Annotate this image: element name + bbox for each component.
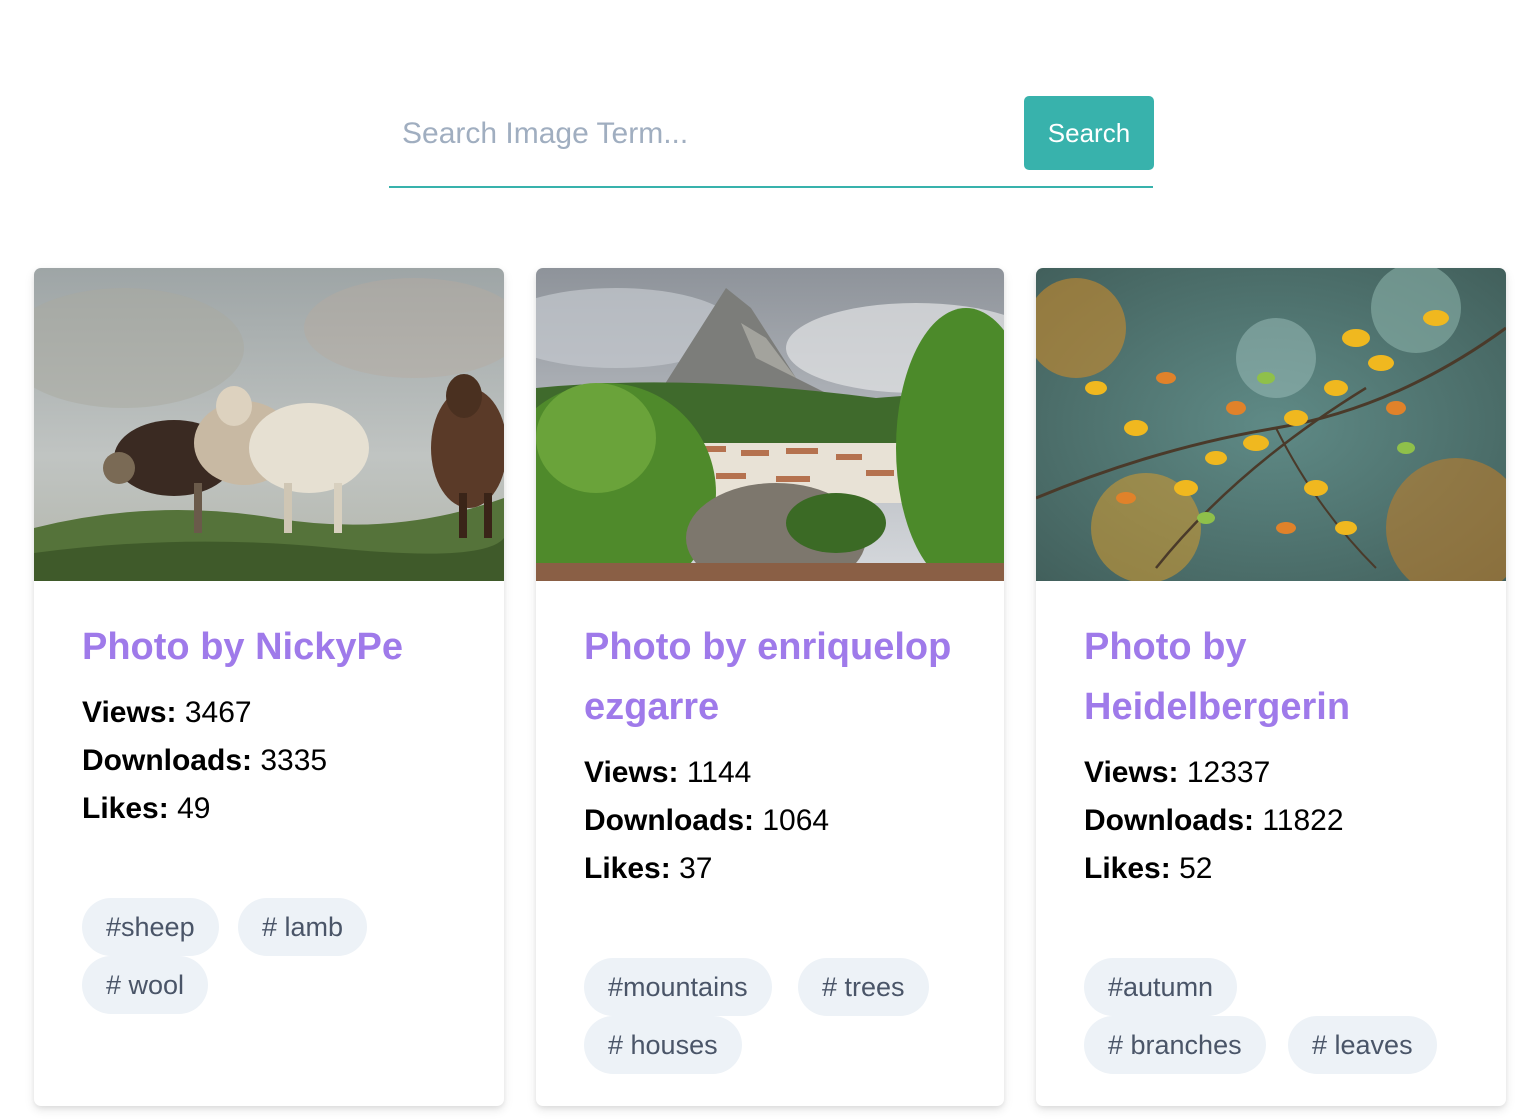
downloads-value: 1064	[762, 804, 830, 837]
card-title[interactable]: Photo by NickyPe	[82, 617, 456, 677]
tag-branches[interactable]: # branches	[1084, 1016, 1266, 1074]
card-body: Photo by enriquelopezgarre Views: 1144 D…	[536, 581, 1004, 893]
sheep-photo	[34, 268, 504, 581]
search-input[interactable]	[389, 96, 1009, 172]
downloads-stat: Downloads: 3335	[82, 737, 456, 785]
image-card: Photo by Heidelbergerin Views: 12337 Dow…	[1036, 268, 1506, 1106]
downloads-value: 11822	[1262, 804, 1344, 837]
tag-wool[interactable]: # wool	[82, 956, 209, 1014]
likes-stat: Likes: 37	[584, 845, 956, 893]
card-title[interactable]: Photo by Heidelbergerin	[1084, 617, 1384, 737]
autumn-leaves-photo	[1036, 268, 1506, 581]
downloads-stat: Downloads: 11822	[1084, 797, 1458, 845]
card-image[interactable]	[536, 268, 1004, 581]
downloads-label: Downloads:	[584, 804, 754, 837]
tag-houses[interactable]: # houses	[584, 1016, 742, 1074]
downloads-label: Downloads:	[1084, 804, 1254, 837]
views-stat: Views: 1144	[584, 749, 956, 797]
likes-label: Likes:	[1084, 852, 1171, 885]
downloads-stat: Downloads: 1064	[584, 797, 956, 845]
tag-trees[interactable]: # trees	[798, 958, 929, 1016]
tag-leaves[interactable]: # leaves	[1288, 1016, 1437, 1074]
card-body: Photo by Heidelbergerin Views: 12337 Dow…	[1036, 581, 1506, 893]
tag-lamb[interactable]: # lamb	[238, 898, 368, 956]
views-stat: Views: 3467	[82, 689, 456, 737]
card-title[interactable]: Photo by enriquelopezgarre	[584, 617, 956, 737]
views-value: 12337	[1186, 756, 1271, 789]
likes-label: Likes:	[82, 792, 169, 825]
search-button[interactable]: Search	[1024, 96, 1154, 170]
downloads-value: 3335	[260, 744, 328, 777]
image-card: Photo by NickyPe Views: 3467 Downloads: …	[34, 268, 504, 1106]
stats-list: Views: 12337 Downloads: 11822 Likes: 52	[1084, 749, 1458, 893]
likes-label: Likes:	[584, 852, 671, 885]
downloads-label: Downloads:	[82, 744, 252, 777]
tag-mountains[interactable]: #mountains	[584, 958, 772, 1016]
views-label: Views:	[584, 756, 679, 789]
search-form: Search	[389, 96, 1154, 188]
views-value: 1144	[686, 756, 752, 789]
card-body: Photo by NickyPe Views: 3467 Downloads: …	[34, 581, 504, 833]
likes-stat: Likes: 49	[82, 785, 456, 833]
likes-value: 52	[1179, 852, 1213, 885]
likes-stat: Likes: 52	[1084, 845, 1458, 893]
views-value: 3467	[184, 696, 252, 729]
views-label: Views:	[1084, 756, 1179, 789]
views-label: Views:	[82, 696, 177, 729]
likes-value: 37	[679, 852, 713, 885]
tag-autumn[interactable]: #autumn	[1084, 958, 1238, 1016]
views-stat: Views: 12337	[1084, 749, 1458, 797]
stats-list: Views: 1144 Downloads: 1064 Likes: 37	[584, 749, 956, 893]
likes-value: 49	[177, 792, 211, 825]
card-image[interactable]	[1036, 268, 1506, 581]
card-image[interactable]	[34, 268, 504, 581]
stats-list: Views: 3467 Downloads: 3335 Likes: 49	[82, 689, 456, 833]
image-card: Photo by enriquelopezgarre Views: 1144 D…	[536, 268, 1004, 1106]
mountain-photo	[536, 268, 1004, 581]
tag-sheep[interactable]: #sheep	[82, 898, 219, 956]
